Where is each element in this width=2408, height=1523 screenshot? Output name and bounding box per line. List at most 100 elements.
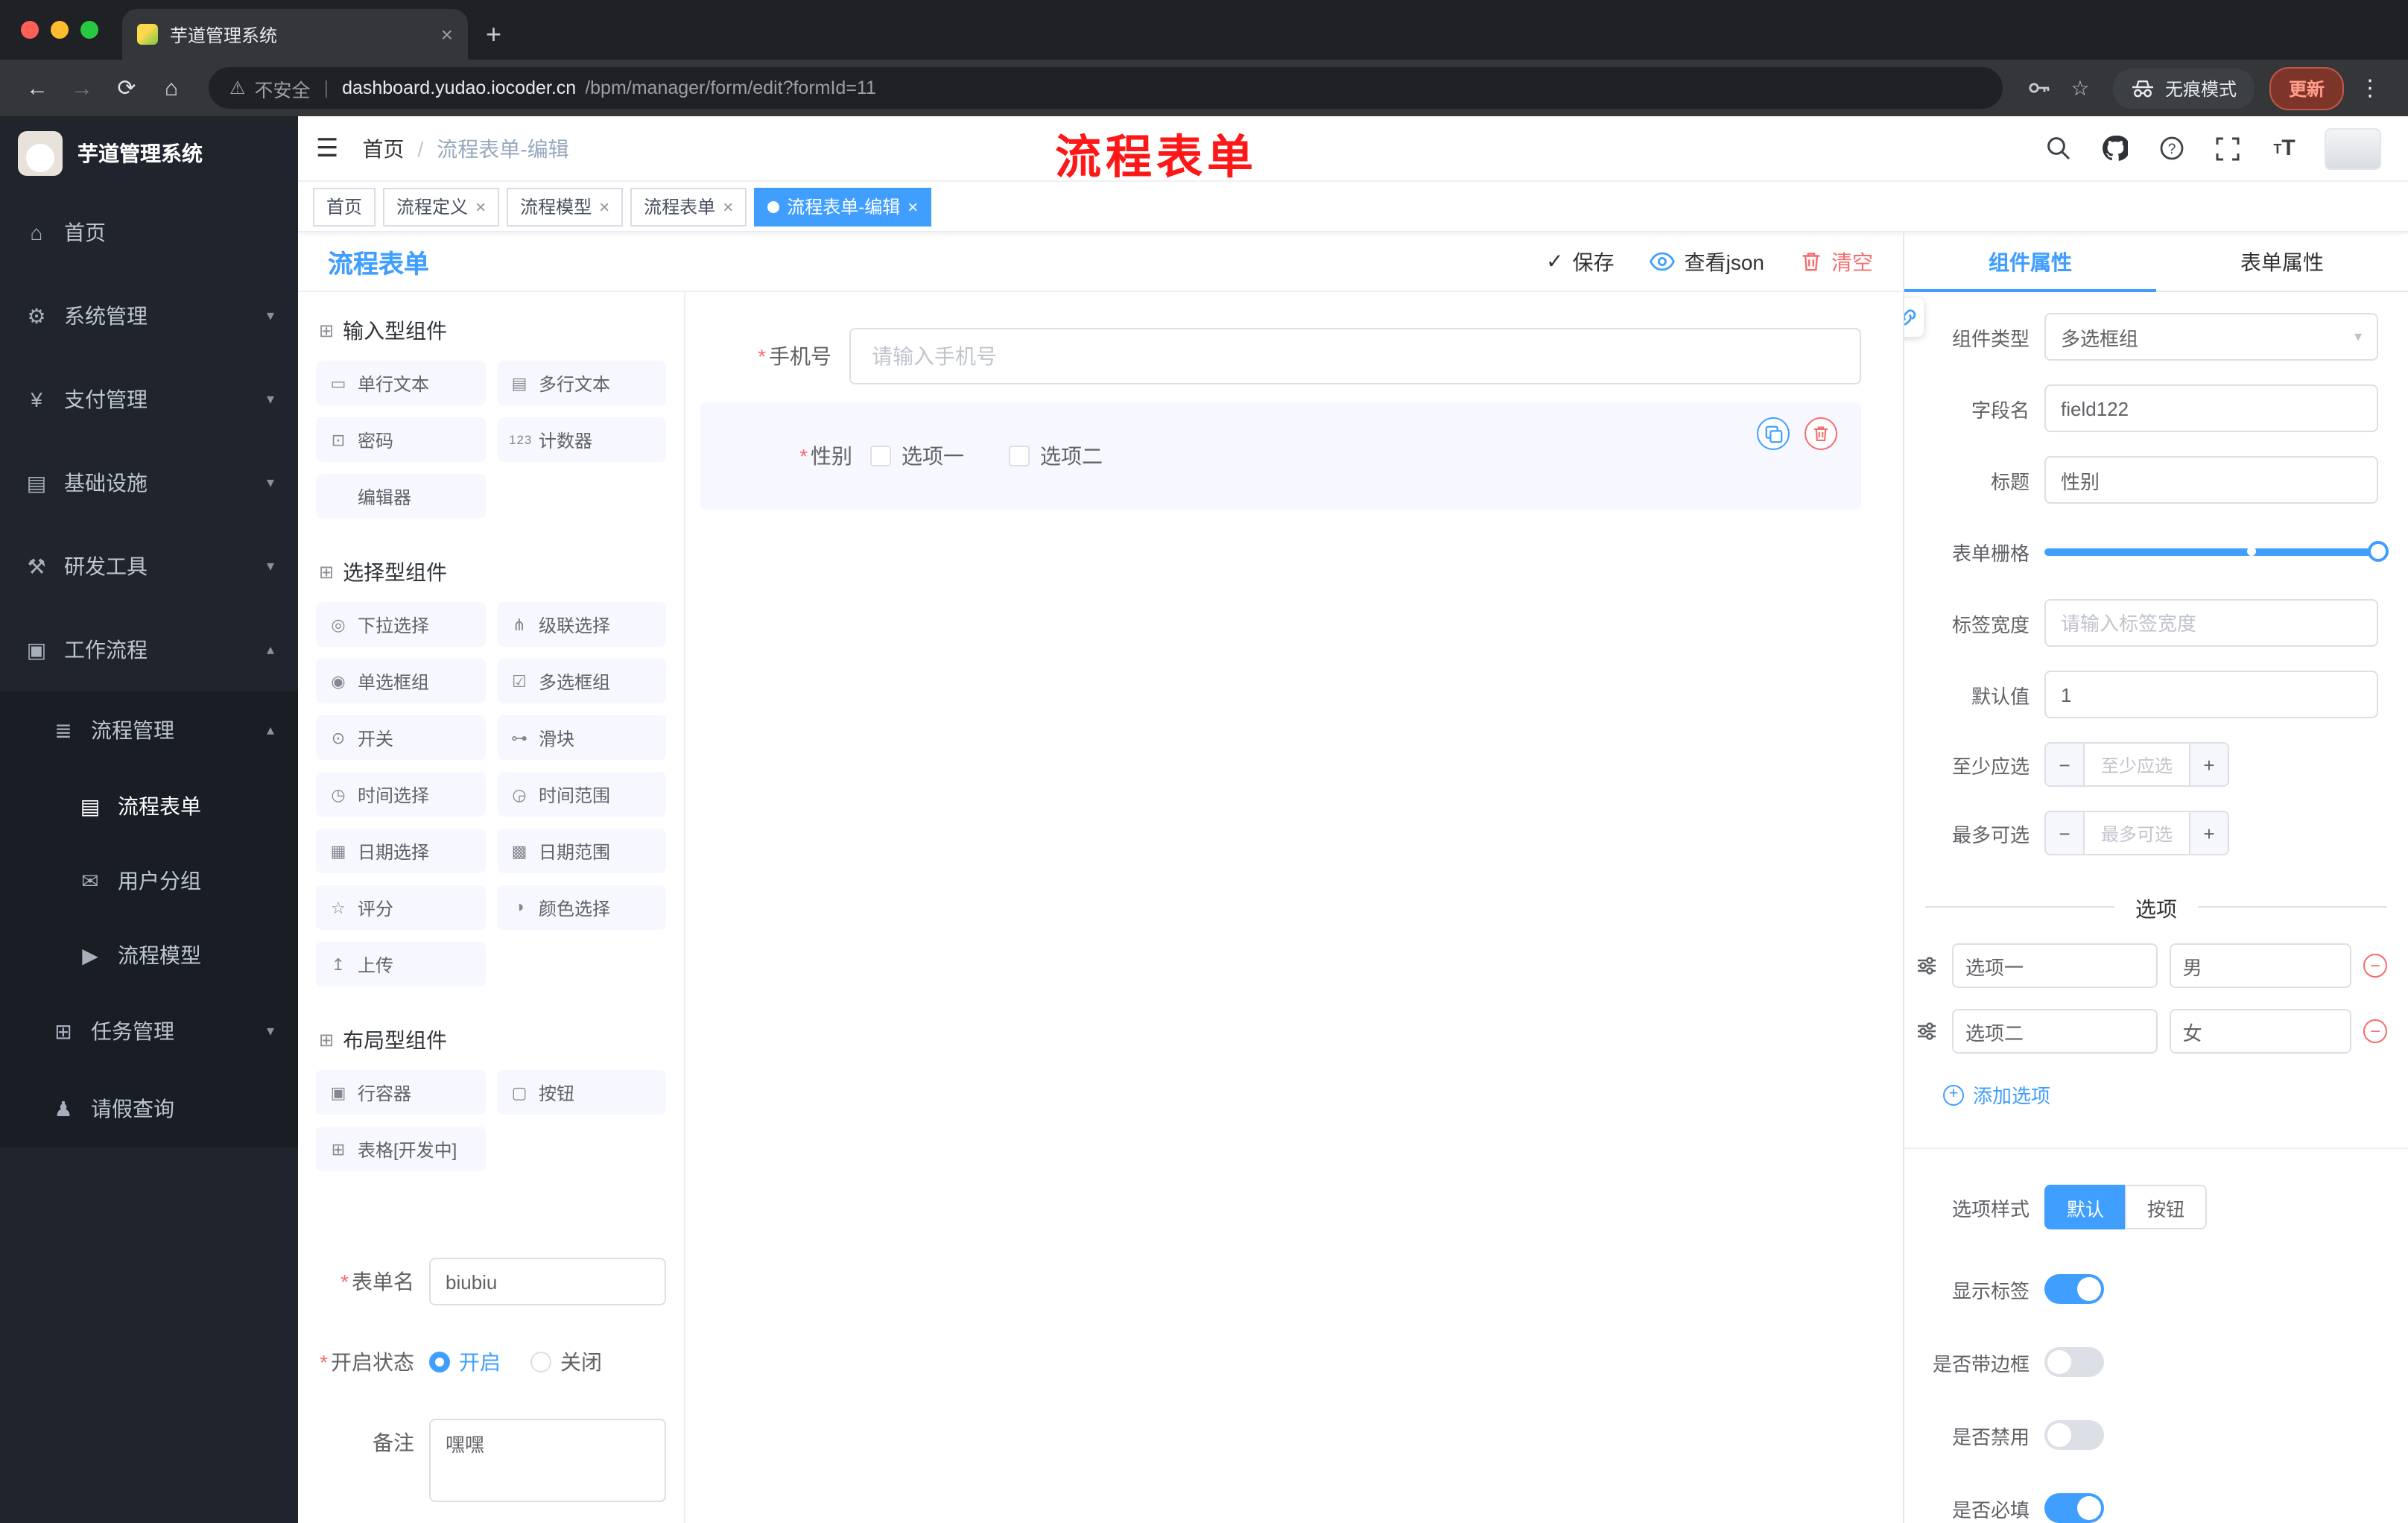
palette-item-row-container[interactable]: ▣ 行容器 (316, 1070, 485, 1115)
palette-item-editor[interactable]: 编辑器 (316, 474, 485, 519)
field-name-input[interactable] (2044, 384, 2378, 432)
breadcrumb-home[interactable]: 首页 (363, 133, 405, 163)
decrease-button[interactable]: − (2046, 812, 2085, 854)
max-select-value[interactable]: 最多可选 (2085, 812, 2189, 854)
user-avatar[interactable] (2325, 127, 2381, 169)
add-option-button[interactable]: + 添加选项 (1943, 1080, 2408, 1109)
tag-close-icon[interactable]: × (907, 197, 918, 215)
palette-item-table[interactable]: ⊞ 表格[开发中] (316, 1127, 485, 1171)
palette-item-radio-group[interactable]: ◉ 单选框组 (316, 659, 485, 703)
forward-button[interactable]: → (63, 69, 101, 107)
checkbox-box-icon[interactable] (870, 446, 891, 466)
sidebar-item-workflow[interactable]: ▣ 工作流程 ▴ (0, 608, 298, 691)
tag-close-icon[interactable]: × (599, 197, 609, 215)
window-minimize-button[interactable] (51, 21, 69, 39)
security-label[interactable]: 不安全 (255, 74, 311, 102)
sidebar-item-leave-query[interactable]: ♟ 请假查询 (0, 1070, 298, 1147)
remove-option-button[interactable]: − (2363, 954, 2387, 978)
sidebar-logo-row[interactable]: 芋道管理系统 (0, 116, 298, 191)
save-button[interactable]: ✓ 保存 (1546, 247, 1614, 276)
browser-home-button[interactable]: ⌂ (152, 69, 191, 107)
reload-button[interactable]: ⟳ (107, 69, 146, 107)
help-icon[interactable]: ? (2155, 132, 2187, 165)
slider-track[interactable] (2044, 541, 2389, 562)
palette-item-slider[interactable]: ⊶ 滑块 (497, 715, 666, 760)
tag-process-model[interactable]: 流程模型 × (507, 187, 624, 226)
bookmark-star-icon[interactable]: ☆ (2062, 75, 2098, 101)
delete-field-button[interactable] (1805, 417, 1837, 450)
palette-item-color-picker[interactable]: ◑ 颜色选择 (497, 885, 666, 930)
palette-item-switch[interactable]: ⊙ 开关 (316, 715, 485, 760)
form-grid-slider[interactable] (2044, 528, 2389, 575)
tag-close-icon[interactable]: × (723, 197, 733, 215)
palette-item-single-line-text[interactable]: ▭ 单行文本 (316, 361, 485, 405)
palette-item-date-range[interactable]: ▩ 日期范围 (497, 829, 666, 873)
default-value-input[interactable] (2044, 671, 2378, 718)
component-type-select[interactable]: 多选框组 ▾ (2044, 313, 2378, 361)
remove-option-button[interactable]: − (2363, 1019, 2387, 1043)
tag-process-definition[interactable]: 流程定义 × (383, 187, 500, 226)
palette-item-multi-line-text[interactable]: ▤ 多行文本 (497, 361, 666, 405)
new-tab-button[interactable]: + (486, 21, 501, 48)
sidebar-item-home[interactable]: ⌂ 首页 (0, 191, 298, 274)
label-width-input[interactable] (2044, 599, 2378, 647)
canvas-field-phone[interactable]: * 手机号 (700, 328, 1861, 384)
font-size-icon[interactable]: TT (2268, 132, 2301, 165)
address-bar[interactable]: ⚠ 不安全 | dashboard.yudao.iocoder.cn /bpm/… (209, 67, 2003, 109)
binding-drawer-handle[interactable] (1904, 298, 1924, 337)
sidebar-item-infrastructure[interactable]: ▤ 基础设施 ▾ (0, 441, 298, 525)
browser-tab[interactable]: 芋道管理系统 × (122, 9, 468, 60)
min-select-stepper[interactable]: − 至少应选 + (2044, 742, 2229, 787)
window-close-button[interactable] (21, 21, 39, 39)
back-button[interactable]: ← (18, 69, 57, 107)
tab-form-properties[interactable]: 表单属性 (2156, 232, 2408, 291)
palette-item-password[interactable]: ⊡ 密码 (316, 417, 485, 462)
tag-process-form-edit[interactable]: 流程表单-编辑 × (754, 187, 932, 226)
max-select-stepper[interactable]: − 最多可选 + (2044, 811, 2229, 855)
status-on-radio[interactable]: 开启 (429, 1347, 501, 1377)
checkbox-box-icon[interactable] (1009, 446, 1030, 466)
password-key-icon[interactable] (2021, 76, 2056, 100)
checkbox-option-2[interactable]: 选项二 (1009, 441, 1103, 471)
style-default-button[interactable]: 默认 (2044, 1185, 2126, 1229)
checkbox-option-1[interactable]: 选项一 (870, 441, 964, 471)
sidebar-item-system-management[interactable]: ⚙ 系统管理 ▾ (0, 274, 298, 358)
option-label-input[interactable] (1952, 943, 2158, 988)
palette-item-date-picker[interactable]: ▦ 日期选择 (316, 829, 485, 873)
palette-item-checkbox-group[interactable]: ☑ 多选框组 (497, 659, 666, 703)
sidebar-item-process-management[interactable]: ≣ 流程管理 ▴ (0, 691, 298, 769)
option-value-input[interactable] (2169, 943, 2351, 988)
palette-item-time-picker[interactable]: ◷ 时间选择 (316, 772, 485, 817)
palette-item-rate[interactable]: ☆ 评分 (316, 885, 485, 930)
sidebar-item-process-model[interactable]: ▶ 流程模型 (0, 918, 298, 992)
phone-input[interactable] (849, 328, 1861, 384)
form-canvas[interactable]: * 手机号 请输入手机号 * 性别 选项一 选项二 (685, 292, 1903, 1523)
search-icon[interactable] (2041, 132, 2074, 165)
disabled-switch[interactable] (2044, 1420, 2104, 1450)
canvas-field-gender-selected[interactable]: * 性别 选项一 选项二 (700, 402, 1861, 510)
palette-item-button[interactable]: ▢ 按钮 (497, 1070, 666, 1115)
drag-handle-icon[interactable] (1916, 1021, 1940, 1042)
palette-item-cascader[interactable]: ⋔ 级联选择 (497, 602, 666, 647)
option-label-input[interactable] (1952, 1009, 2158, 1054)
palette-item-upload[interactable]: ↥ 上传 (316, 942, 485, 987)
view-json-button[interactable]: 查看json (1650, 247, 1764, 276)
tag-home[interactable]: 首页 (313, 187, 376, 226)
fullscreen-icon[interactable] (2211, 132, 2244, 165)
menu-fold-icon[interactable]: ☰ (316, 133, 339, 163)
github-icon[interactable] (2098, 132, 2131, 165)
tag-close-icon[interactable]: × (475, 197, 486, 215)
form-name-input[interactable] (429, 1258, 666, 1305)
remark-textarea[interactable]: 嘿嘿 (429, 1419, 666, 1502)
sidebar-item-user-group[interactable]: ✉ 用户分组 (0, 843, 298, 918)
sidebar-item-process-form[interactable]: ▤ 流程表单 (0, 769, 298, 843)
required-switch[interactable] (2044, 1493, 2104, 1523)
palette-item-time-range[interactable]: ◶ 时间范围 (497, 772, 666, 817)
palette-item-counter[interactable]: 123 计数器 (497, 417, 666, 462)
tag-process-form[interactable]: 流程表单 × (630, 187, 747, 226)
palette-item-dropdown-select[interactable]: ◎ 下拉选择 (316, 602, 485, 647)
slider-handle[interactable] (2368, 541, 2389, 562)
min-select-value[interactable]: 至少应选 (2085, 744, 2189, 785)
window-zoom-button[interactable] (80, 21, 98, 39)
tab-component-properties[interactable]: 组件属性 (1904, 232, 2156, 292)
